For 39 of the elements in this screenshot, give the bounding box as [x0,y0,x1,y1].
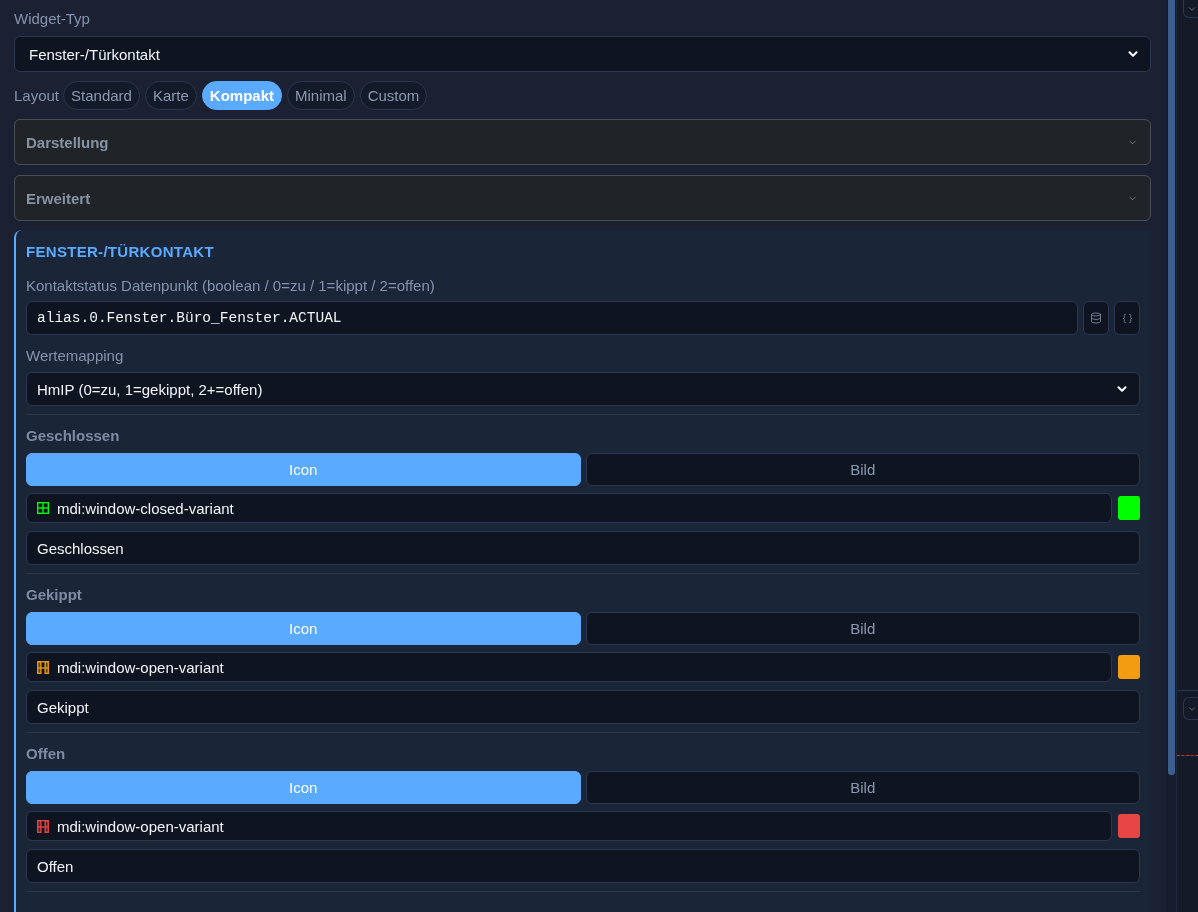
open-window-icon [37,660,49,674]
field-label: Kontaktstatus Datenpunkt (boolean / 0=zu / 1=kippt / 2=offen) [26,277,436,295]
state-label: Geschlossen [26,427,121,445]
dropdown-field[interactable] [1183,697,1198,720]
color-swatch[interactable] [1118,814,1140,838]
accordion-header[interactable]: Darstellung [14,119,1151,165]
color-swatch[interactable] [1118,655,1140,679]
widget-type-select[interactable]: Fenster-/Türkontakt [14,36,1151,72]
layout-label: Layout [14,87,60,104]
database-icon [1090,312,1102,324]
layout-option[interactable]: Karte [144,81,197,110]
field-label: Wertemapping [26,347,125,365]
widget-type-label: Widget-Typ [14,9,91,29]
layout-option[interactable]: Minimal [287,81,355,110]
state-label: Offen [26,745,67,763]
dropdown-field[interactable] [1183,0,1198,18]
icon-field[interactable]: mdi:window-open-variant [26,652,1112,682]
layout-option[interactable]: Standard [63,81,140,110]
text-input[interactable]: Offen [26,849,1140,883]
layout-option[interactable]: Custom [359,81,428,110]
icon-field[interactable]: mdi:window-closed-variant [26,493,1112,523]
mode-toggle[interactable]: Bild [585,612,1140,645]
text-input[interactable]: Geschlossen [26,531,1140,565]
mode-toggle[interactable]: Bild [585,453,1140,486]
braces-icon [1121,312,1133,324]
icon-field[interactable]: mdi:window-open-variant [26,811,1112,841]
mapping-select[interactable]: HmIP (0=zu, 1=gekippt, 2+=offen) [26,372,1140,406]
scrollbar[interactable] [1166,0,1176,912]
object-browser-button[interactable] [1083,301,1109,335]
state-label: Gekippt [26,586,83,604]
datapoint-input[interactable]: alias.0.Fenster.Büro_Fenster.ACTUAL [26,301,1078,335]
json-button[interactable] [1114,301,1140,335]
mode-toggle[interactable]: Bild [585,771,1140,804]
accordion-header[interactable]: Erweitert [14,175,1151,221]
text-input[interactable]: Gekippt [26,690,1140,724]
section-title: FENSTER-/TÜRKONTAKT [26,242,215,262]
window-icon [37,502,49,514]
color-swatch[interactable] [1118,496,1140,520]
open-window-icon [37,819,49,833]
